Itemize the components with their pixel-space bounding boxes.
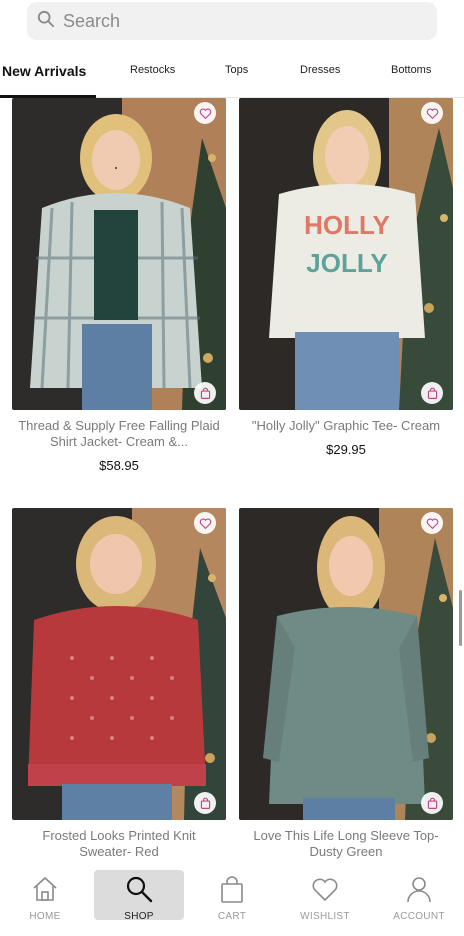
wishlist-heart-icon[interactable]	[194, 102, 216, 124]
nav-wishlist[interactable]: WISHLIST	[280, 870, 370, 922]
nav-shop[interactable]: SHOP	[94, 870, 184, 922]
account-icon	[404, 870, 434, 909]
product-card[interactable]: Frosted Looks Printed Knit Sweater- Red	[12, 508, 226, 860]
search-placeholder: Search	[63, 10, 121, 31]
product-price: $29.95	[326, 442, 366, 457]
tab-bottoms[interactable]: Bottoms	[391, 64, 431, 76]
product-image[interactable]: HOLLY JOLLY	[239, 98, 453, 410]
wishlist-heart-icon[interactable]	[421, 102, 443, 124]
bottom-nav: HOME SHOP CART WISHLIST ACCOUNT	[0, 866, 464, 936]
tab-tops[interactable]: Tops	[225, 64, 248, 76]
nav-label: ACCOUNT	[393, 911, 445, 922]
product-price: $58.95	[99, 458, 139, 473]
search-icon	[124, 870, 154, 909]
add-to-bag-icon[interactable]	[194, 792, 216, 814]
scrollbar[interactable]	[459, 590, 462, 646]
product-card[interactable]: Love This Life Long Sleeve Top- Dusty Gr…	[239, 508, 453, 860]
product-title[interactable]: "Holly Jolly" Graphic Tee- Cream	[239, 418, 453, 434]
bag-icon	[217, 870, 247, 909]
search-icon	[37, 10, 55, 33]
product-card[interactable]: Thread & Supply Free Falling Plaid Shirt…	[12, 98, 226, 473]
add-to-bag-icon[interactable]	[194, 382, 216, 404]
nav-cart[interactable]: CART	[187, 870, 277, 922]
nav-account[interactable]: ACCOUNT	[374, 870, 464, 922]
nav-home[interactable]: HOME	[0, 870, 90, 922]
product-title[interactable]: Thread & Supply Free Falling Plaid Shirt…	[12, 418, 226, 450]
nav-label: SHOP	[124, 911, 154, 922]
add-to-bag-icon[interactable]	[421, 382, 443, 404]
nav-label: HOME	[29, 911, 61, 922]
product-image[interactable]	[12, 98, 226, 410]
category-tabs: New Arrivals Restocks Tops Dresses Botto…	[0, 52, 464, 98]
add-to-bag-icon[interactable]	[421, 792, 443, 814]
product-title[interactable]: Love This Life Long Sleeve Top- Dusty Gr…	[239, 828, 453, 860]
product-title[interactable]: Frosted Looks Printed Knit Sweater- Red	[12, 828, 226, 860]
tab-restocks[interactable]: Restocks	[130, 64, 175, 76]
nav-label: CART	[217, 911, 247, 922]
nav-label: WISHLIST	[300, 911, 350, 922]
tab-dresses[interactable]: Dresses	[300, 64, 340, 76]
product-image[interactable]	[12, 508, 226, 820]
wishlist-heart-icon[interactable]	[421, 512, 443, 534]
heart-icon	[310, 870, 340, 909]
tab-new-arrivals[interactable]: New Arrivals	[2, 63, 86, 79]
search-input[interactable]: Search	[27, 2, 437, 40]
product-image[interactable]	[239, 508, 453, 820]
home-icon	[30, 870, 60, 909]
svg-text:HOLLY: HOLLY	[304, 210, 390, 240]
wishlist-heart-icon[interactable]	[194, 512, 216, 534]
svg-text:JOLLY: JOLLY	[306, 248, 387, 278]
product-card[interactable]: HOLLY JOLLY "Holly Jolly" Graphic Tee- C…	[239, 98, 453, 457]
